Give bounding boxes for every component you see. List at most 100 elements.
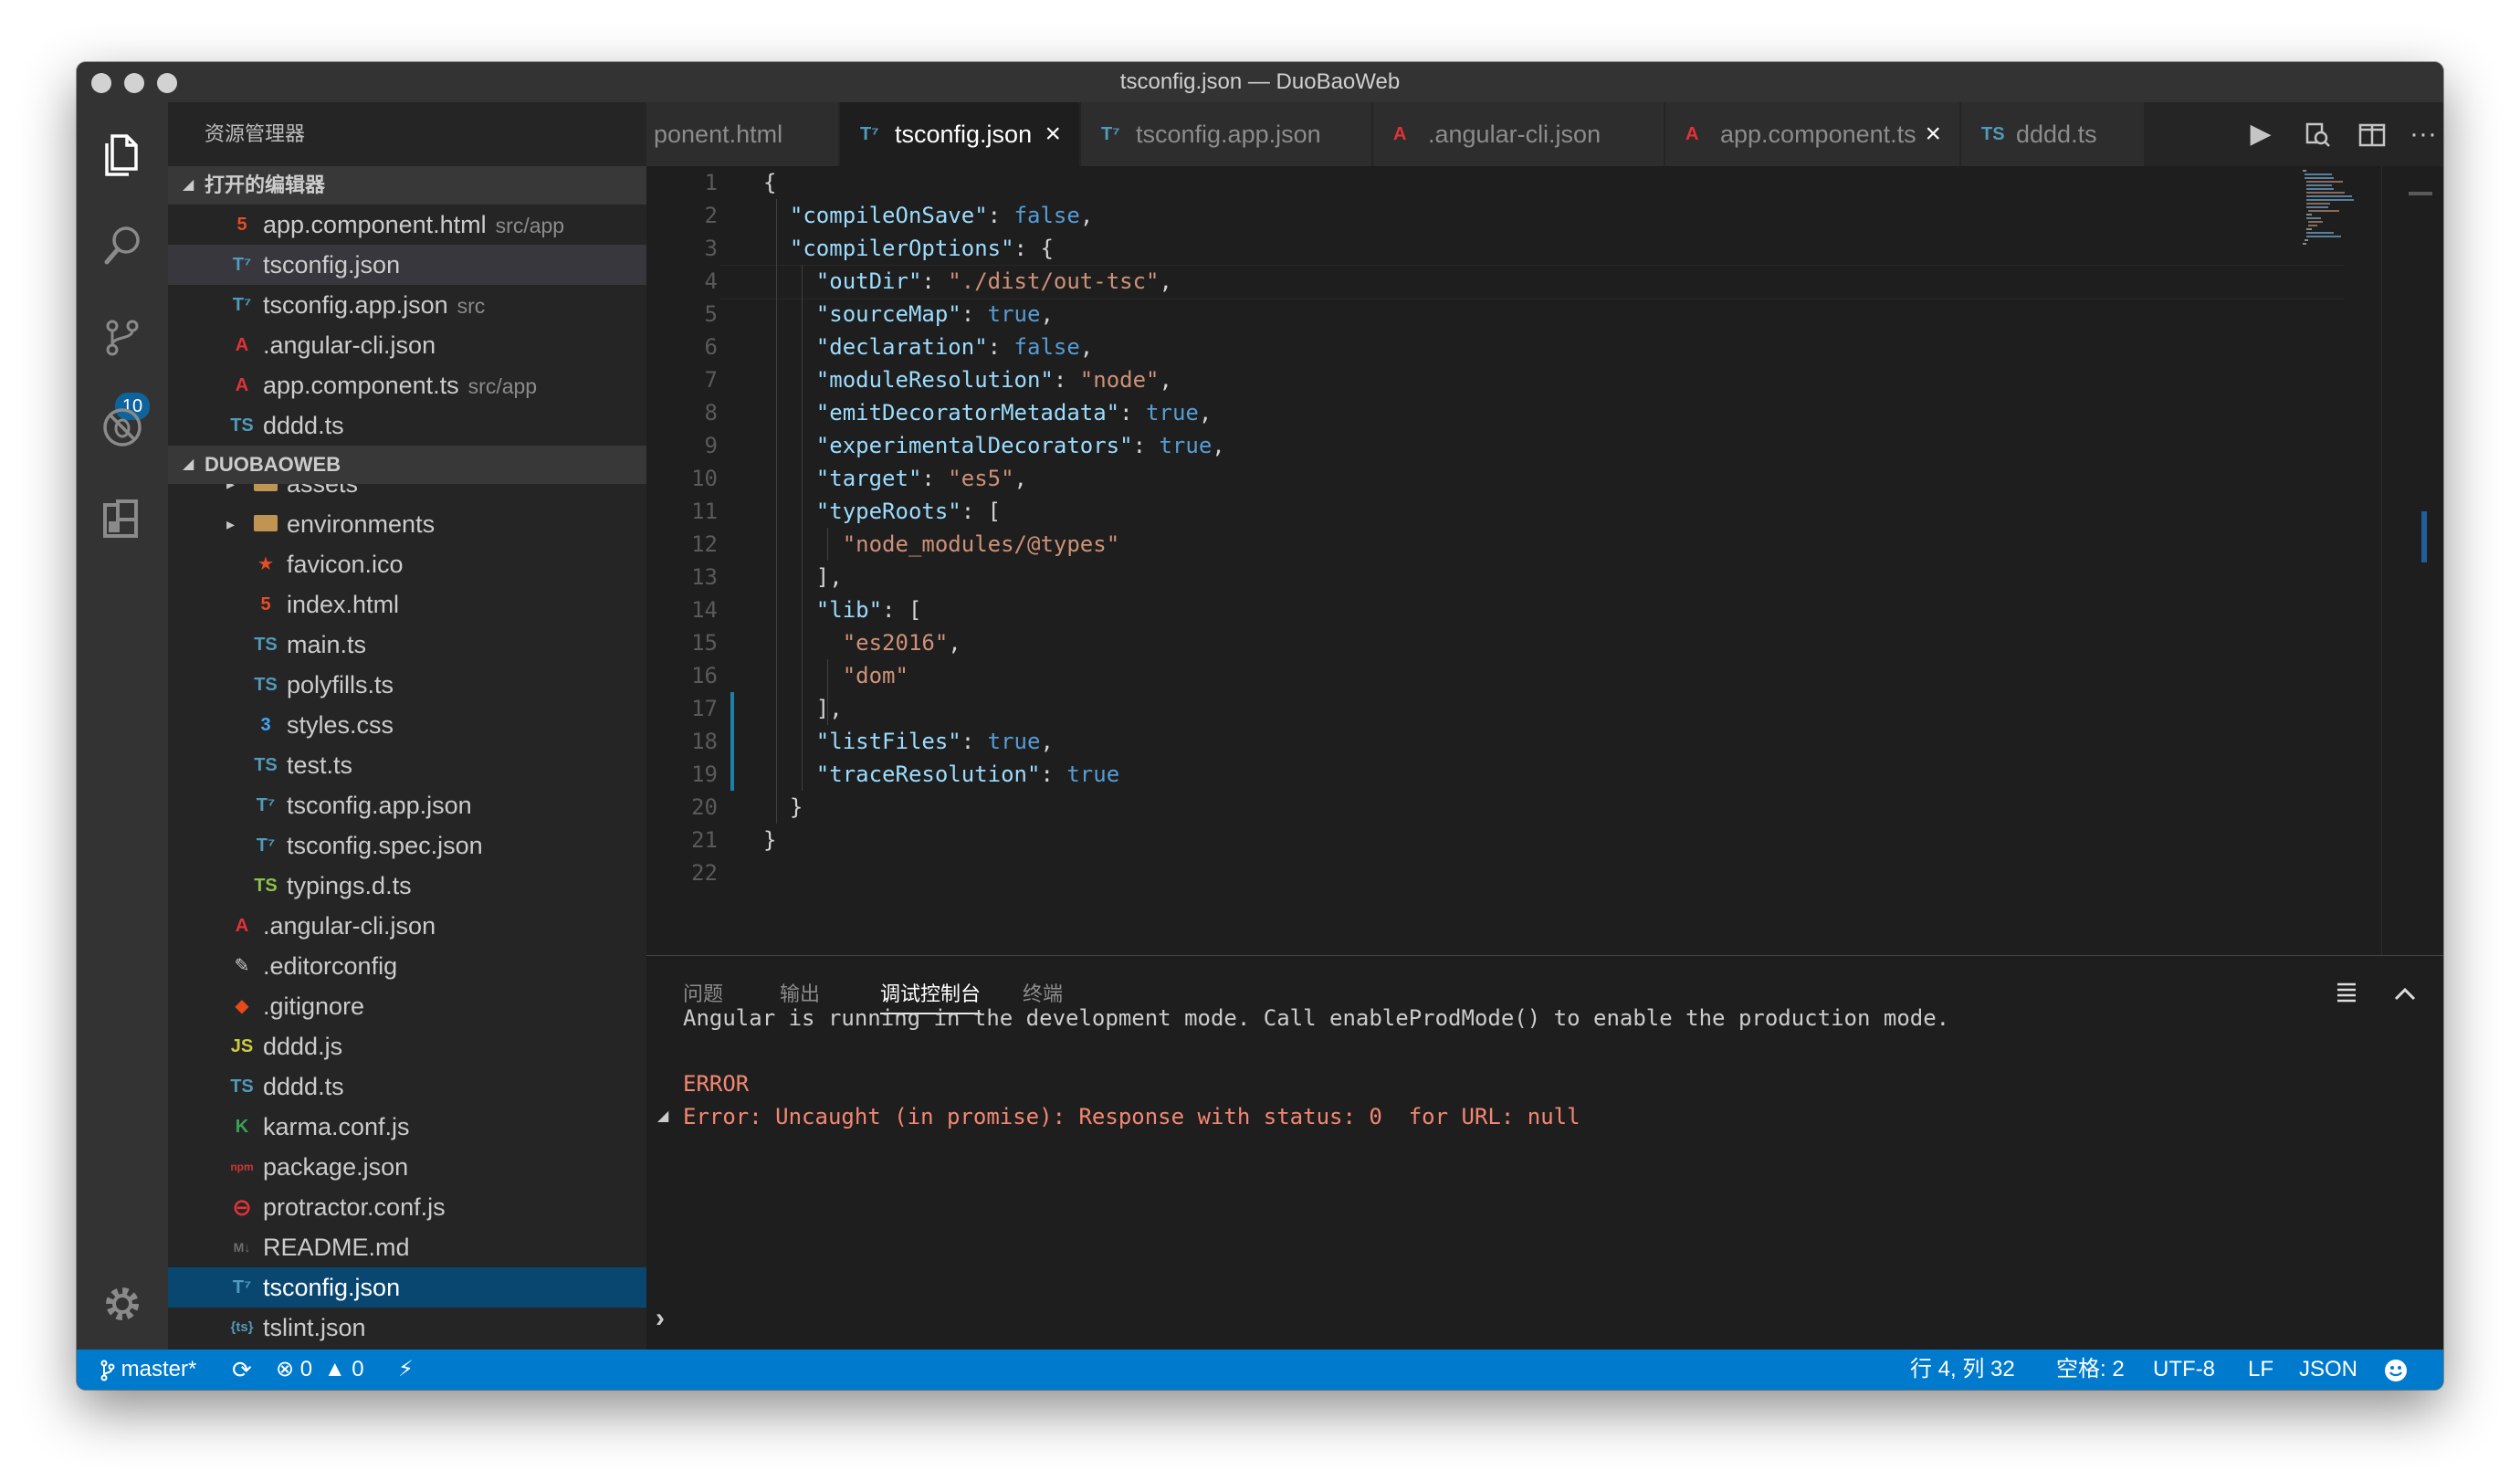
tree-item-file[interactable]: TS dddd.ts	[168, 1066, 646, 1107]
tab-tsconfig-json[interactable]: T⁷ tsconfig.json ×	[840, 102, 1080, 166]
extensions-icon[interactable]	[99, 495, 146, 542]
tree-item-file[interactable]: npm package.json	[168, 1147, 646, 1187]
clear-console-icon[interactable]	[2328, 972, 2368, 1013]
explorer-files-icon[interactable]	[99, 131, 146, 179]
cursor-position[interactable]: 行 4, 列 32	[1910, 1350, 2015, 1390]
code-line[interactable]: "outDir": "./dist/out-tsc",	[763, 265, 1172, 298]
search-icon[interactable]	[99, 221, 146, 268]
tree-item-file[interactable]: T⁷ tsconfig.app.json	[168, 785, 646, 825]
open-editors-section-header[interactable]: ◢ 打开的编辑器	[168, 166, 646, 205]
tree-item-file[interactable]: TS test.ts	[168, 745, 646, 785]
tree-item-file[interactable]: TS typings.d.ts	[168, 866, 646, 906]
tab-app-component-ts[interactable]: A app.component.ts ×	[1665, 102, 1960, 166]
lightning-bolt-icon[interactable]: ⚡	[398, 1350, 414, 1390]
line-number: 5	[704, 301, 718, 327]
folder-name: environments	[287, 510, 436, 538]
console-error-line[interactable]: Error: Uncaught (in promise): Response w…	[683, 1100, 1580, 1133]
file-name: dddd.js	[263, 1033, 343, 1060]
end-of-line[interactable]: LF	[2248, 1350, 2273, 1390]
tree-item-file[interactable]: M↓ README.md	[168, 1227, 646, 1267]
tree-item-file[interactable]: T⁷ tsconfig.spec.json	[168, 825, 646, 866]
code-line[interactable]: "compilerOptions": {	[763, 232, 1054, 265]
code-line[interactable]: "lib": [	[763, 593, 922, 626]
tree-item-file[interactable]: 5 index.html	[168, 584, 646, 625]
encoding[interactable]: UTF-8	[2153, 1350, 2215, 1390]
file-name: typings.d.ts	[287, 872, 412, 899]
open-editor-item[interactable]: A app.component.ts src/app	[168, 365, 646, 405]
status-bar: master* ⟳ ⊗ 0 ▲ 0 ⚡ 行 4, 列 32 空格: 2 UTF-…	[77, 1350, 2443, 1390]
tree-item-file[interactable]: 3 styles.css	[168, 705, 646, 745]
code-line[interactable]: "listFiles": true,	[763, 725, 1054, 758]
code-line[interactable]: "sourceMap": true,	[763, 298, 1054, 331]
console-prompt-chevron-icon[interactable]: ›	[656, 1303, 665, 1334]
expand-error-triangle-icon[interactable]: ◢	[657, 1100, 676, 1133]
code-line[interactable]: "dom"	[763, 659, 908, 692]
code-line[interactable]: ],	[763, 561, 843, 593]
code-line[interactable]: "experimentalDecorators": true,	[763, 429, 1225, 462]
code-line[interactable]: "es2016",	[763, 626, 961, 659]
code-line[interactable]: ],	[763, 692, 843, 725]
sync-icon[interactable]: ⟳	[232, 1350, 252, 1390]
project-section-header[interactable]: ◢ DUOBAOWEB	[168, 446, 646, 484]
tab-app-component-html[interactable]: ponent.html	[646, 102, 839, 166]
close-tab-icon[interactable]: ×	[1045, 102, 1061, 166]
more-actions-icon[interactable]: ···	[2405, 102, 2441, 166]
tree-item-file[interactable]: K karma.conf.js	[168, 1107, 646, 1147]
git-branch-item[interactable]: master*	[100, 1350, 196, 1390]
code-line[interactable]: "traceResolution": true	[763, 758, 1119, 791]
code-line[interactable]: "declaration": false,	[763, 331, 1093, 363]
language-mode[interactable]: JSON	[2299, 1350, 2357, 1390]
open-editor-item[interactable]: 5 app.component.html src/app	[168, 205, 646, 245]
code-editor[interactable]: 1 {2 "compileOnSave": false, 3 "compilerOp…	[646, 166, 2443, 955]
close-tab-icon[interactable]: ×	[1925, 102, 1941, 166]
settings-gear-icon[interactable]	[99, 1280, 146, 1328]
tree-item-folder[interactable]: ▸ environments	[168, 504, 646, 544]
code-line[interactable]: "typeRoots": [	[763, 495, 1001, 528]
open-editor-item[interactable]: TS dddd.ts	[168, 405, 646, 446]
code-token: }	[763, 827, 777, 853]
tree-item-file[interactable]: TS main.ts	[168, 625, 646, 665]
tab-angular-cli-json[interactable]: A .angular-cli.json	[1373, 102, 1664, 166]
source-control-icon[interactable]	[99, 314, 146, 362]
tab-dddd-ts[interactable]: TS dddd.ts	[1961, 102, 2145, 166]
minimap	[2303, 170, 2354, 245]
tree-item-file[interactable]: JS dddd.js	[168, 1026, 646, 1066]
tree-item-file[interactable]: A .angular-cli.json	[168, 906, 646, 946]
file-name: package.json	[263, 1153, 409, 1181]
code-line[interactable]: {	[763, 166, 776, 199]
debug-icon[interactable]	[99, 404, 146, 451]
code-line[interactable]: "emitDecoratorMetadata": true,	[763, 396, 1213, 429]
line-number: 16	[691, 663, 718, 688]
run-play-icon[interactable]: ▶	[2242, 102, 2279, 166]
split-editor-icon[interactable]	[2354, 102, 2390, 166]
feedback-smiley-icon[interactable]	[2383, 1350, 2409, 1390]
line-number: 15	[691, 630, 718, 656]
tree-item-file-selected[interactable]: T⁷ tsconfig.json	[168, 1267, 646, 1308]
close-panel-icon[interactable]: ×	[2441, 972, 2443, 1013]
tree-item-file[interactable]: {ts} tslint.json	[168, 1308, 646, 1348]
file-name: .angular-cli.json	[263, 912, 436, 940]
tree-item-file[interactable]: ✎ .editorconfig	[168, 946, 646, 986]
code-line[interactable]: "moduleResolution": "node",	[763, 363, 1172, 396]
maximize-panel-chevron-up-icon[interactable]	[2385, 972, 2425, 1013]
open-editor-item[interactable]: A .angular-cli.json	[168, 325, 646, 365]
tsconfig-icon: T⁷	[232, 295, 252, 315]
indentation[interactable]: 空格: 2	[2056, 1350, 2125, 1390]
file-name: protractor.conf.js	[263, 1193, 446, 1221]
tree-item-file[interactable]: ★ favicon.ico	[168, 544, 646, 584]
typescript-icon: TS	[254, 635, 278, 655]
tab-tsconfig-app-json[interactable]: T⁷ tsconfig.app.json	[1081, 102, 1372, 166]
tree-item-file[interactable]: ⊖ protractor.conf.js	[168, 1187, 646, 1227]
problems-summary[interactable]: ⊗ 0 ▲ 0	[276, 1350, 364, 1390]
tree-item-file[interactable]: ◆ .gitignore	[168, 986, 646, 1026]
code-line[interactable]: }	[763, 791, 803, 824]
code-token: :	[921, 466, 949, 491]
open-changes-icon[interactable]	[2299, 102, 2336, 166]
tree-item-file[interactable]: TS polyfills.ts	[168, 665, 646, 705]
code-line[interactable]: }	[763, 824, 776, 856]
open-editor-item[interactable]: T⁷ tsconfig.json	[168, 245, 646, 285]
code-line[interactable]: "compileOnSave": false,	[763, 199, 1093, 232]
code-line[interactable]: "node_modules/@types"	[763, 528, 1119, 561]
open-editor-item[interactable]: T⁷ tsconfig.app.json src	[168, 285, 646, 325]
code-line[interactable]: "target": "es5",	[763, 462, 1027, 495]
